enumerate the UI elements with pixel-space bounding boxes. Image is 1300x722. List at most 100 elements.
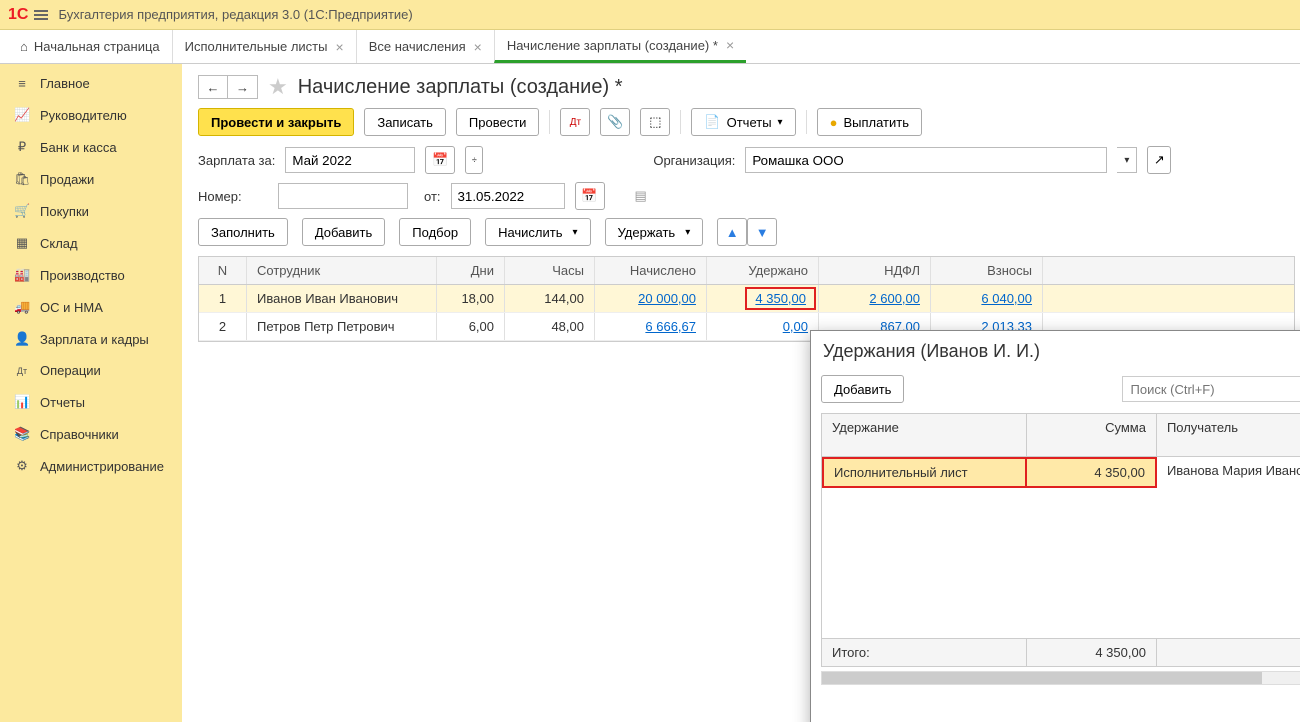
pay-button[interactable]: ●Выплатить (817, 108, 922, 136)
sidebar-item-salary[interactable]: 👤Зарплата и кадры (0, 323, 182, 355)
main-menu-icon[interactable] (34, 10, 48, 20)
back-button[interactable]: ← (198, 75, 228, 99)
tab-exec-sheets[interactable]: Исполнительные листы × (172, 30, 356, 63)
sidebar-item-reports[interactable]: 📊Отчеты (0, 386, 182, 418)
org-dropdown[interactable]: ▾ (1117, 147, 1137, 173)
horizontal-scrollbar[interactable] (821, 671, 1300, 685)
add-button[interactable]: Добавить (302, 218, 385, 246)
ndfl-link[interactable]: 2 600,00 (869, 291, 920, 306)
org-label: Организация: (653, 153, 735, 168)
contr-link[interactable]: 6 040,00 (981, 291, 1032, 306)
tree-icon: ⬚ (649, 114, 661, 130)
sidebar-item-admin[interactable]: ⚙Администрирование (0, 450, 182, 482)
dtkt-button[interactable]: Дт (560, 108, 590, 136)
scrollbar-thumb[interactable] (822, 672, 1262, 684)
close-icon[interactable]: × (336, 39, 344, 55)
date-calendar-button[interactable]: 📅 (575, 182, 605, 210)
home-icon: ⌂ (20, 39, 28, 54)
sidebar-item-operations[interactable]: ДтОперации (0, 355, 182, 386)
pick-button[interactable]: Подбор (399, 218, 471, 246)
sidebar-item-main[interactable]: ≡Главное (0, 68, 182, 99)
comment-icon[interactable]: ▤ (635, 188, 647, 204)
popup-table-row[interactable]: Исполнительный лист 4 350,00 Иванова Мар… (822, 457, 1300, 488)
table-header: N Сотрудник Дни Часы Начислено Удержано … (199, 257, 1294, 285)
search-input[interactable] (1123, 382, 1300, 397)
sidebar-item-sales[interactable]: 🛍Продажи (0, 163, 182, 195)
forward-button[interactable]: → (228, 75, 258, 99)
grid-icon: ▦ (14, 235, 30, 251)
accrued-link[interactable]: 6 666,67 (645, 319, 696, 334)
sidebar-item-production[interactable]: 🏭Производство (0, 259, 182, 291)
reports-button[interactable]: 📄Отчеты▾ (691, 108, 795, 136)
period-spinner[interactable]: ÷ (465, 146, 483, 174)
sidebar-item-warehouse[interactable]: ▦Склад (0, 227, 182, 259)
open-icon: ↗ (1154, 152, 1165, 168)
structure-button[interactable]: ⬚ (640, 108, 670, 136)
org-open-button[interactable]: ↗ (1147, 146, 1171, 174)
post-and-close-button[interactable]: Провести и закрыть (198, 108, 354, 136)
number-input[interactable] (278, 183, 408, 209)
tab-home[interactable]: ⌂ Начальная страница (8, 30, 172, 63)
sidebar-item-catalogs[interactable]: 📚Справочники (0, 418, 182, 450)
pcol-sum[interactable]: Сумма (1027, 414, 1157, 456)
popup-total-row: Итого: 4 350,00 (822, 638, 1300, 666)
sidebar-item-manager[interactable]: 📈Руководителю (0, 99, 182, 131)
sidebar-item-purchases[interactable]: 🛒Покупки (0, 195, 182, 227)
date-input[interactable] (451, 183, 565, 209)
close-icon[interactable]: × (726, 37, 734, 53)
col-ndfl[interactable]: НДФЛ (819, 257, 931, 284)
org-input[interactable] (745, 147, 1107, 173)
pcol-recipient[interactable]: Получатель (1157, 414, 1300, 456)
popup-table: Удержание Сумма Получатель Документ-ос И… (821, 413, 1300, 667)
col-employee[interactable]: Сотрудник (247, 257, 437, 284)
attach-button[interactable]: 📎 (600, 108, 630, 136)
popup-add-button[interactable]: Добавить (821, 375, 904, 403)
page-title: Начисление зарплаты (создание) * (298, 76, 623, 99)
calendar-button[interactable]: 📅 (425, 146, 455, 174)
chevron-down-icon: ▾ (1124, 155, 1129, 166)
arrow-down-icon: ▼ (756, 225, 769, 240)
favorite-icon[interactable]: ★ (268, 74, 288, 100)
col-days[interactable]: Дни (437, 257, 505, 284)
col-contributions[interactable]: Взносы (931, 257, 1043, 284)
save-button[interactable]: Записать (364, 108, 446, 136)
post-button[interactable]: Провести (456, 108, 540, 136)
calc-button[interactable]: Начислить▾ (485, 218, 590, 246)
factory-icon: 🏭 (14, 267, 30, 283)
tab-all-accruals[interactable]: Все начисления × (356, 30, 494, 63)
table-row[interactable]: 1 Иванов Иван Иванович 18,00 144,00 20 0… (199, 285, 1294, 313)
col-deducted[interactable]: Удержано (707, 257, 819, 284)
titlebar: 1C Бухгалтерия предприятия, редакция 3.0… (0, 0, 1300, 30)
pcol-deduction[interactable]: Удержание (822, 414, 1027, 456)
col-hours[interactable]: Часы (505, 257, 595, 284)
calendar-icon: 📅 (432, 152, 448, 168)
move-up-button[interactable]: ▲ (717, 218, 747, 246)
app-logo: 1C (8, 6, 28, 24)
popup-search[interactable]: × (1122, 376, 1300, 402)
number-label: Номер: (198, 189, 268, 204)
move-down-button[interactable]: ▼ (747, 218, 777, 246)
col-accrued[interactable]: Начислено (595, 257, 707, 284)
arrow-left-icon: ← (207, 80, 220, 95)
close-icon[interactable]: × (474, 39, 482, 55)
sidebar-item-bank[interactable]: ₽Банк и касса (0, 131, 182, 163)
fill-button[interactable]: Заполнить (198, 218, 288, 246)
truck-icon: 🚚 (14, 299, 30, 315)
tab-salary-create[interactable]: Начисление зарплаты (создание) * × (494, 30, 746, 63)
cart-icon: 🛒 (14, 203, 30, 219)
salary-for-input[interactable] (285, 147, 415, 173)
sidebar-item-os-nma[interactable]: 🚚ОС и НМА (0, 291, 182, 323)
accrued-link[interactable]: 20 000,00 (638, 291, 696, 306)
sidebar: ≡Главное 📈Руководителю ₽Банк и касса 🛍Пр… (0, 64, 182, 722)
dtkt-icon: Дт (14, 366, 30, 376)
bars-icon: 📊 (14, 394, 30, 410)
col-n[interactable]: N (199, 257, 247, 284)
arrow-up-icon: ▲ (726, 225, 739, 240)
coin-icon: ● (830, 115, 838, 130)
deducted-highlighted[interactable]: 4 350,00 (745, 287, 816, 310)
deducted-link[interactable]: 0,00 (783, 319, 808, 334)
deduct-button[interactable]: Удержать▾ (605, 218, 704, 246)
updown-icon: ÷ (472, 155, 477, 165)
paperclip-icon: 📎 (607, 114, 623, 130)
tab-home-label: Начальная страница (34, 39, 160, 54)
